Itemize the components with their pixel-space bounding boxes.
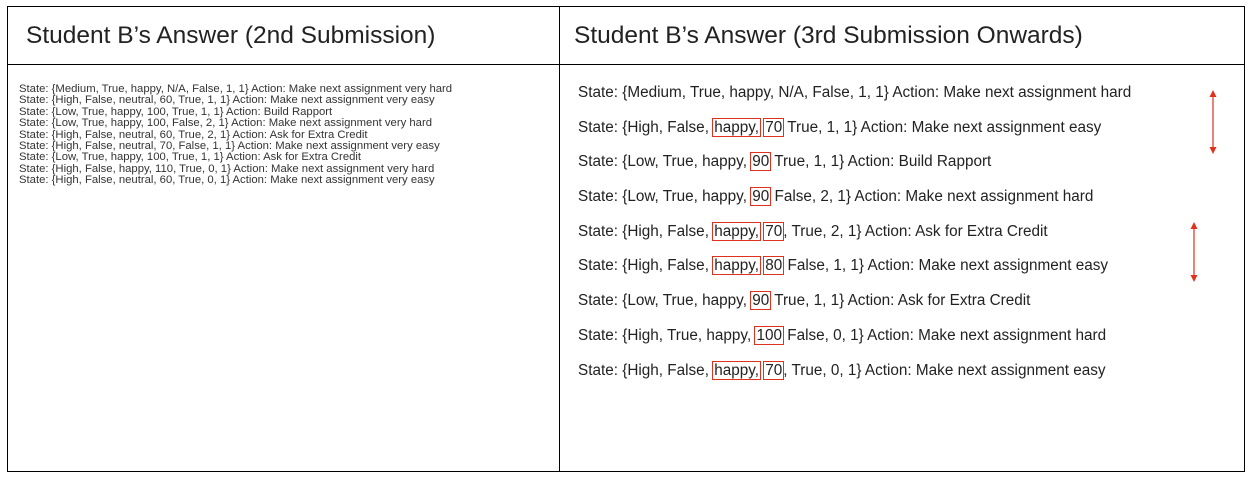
line-suffix: True, 1, 1} Action: Build Rapport <box>770 153 992 171</box>
state-action-line: State: {Low, True, happy, 90 True, 1, 1}… <box>578 291 1131 327</box>
state-action-line: State: {High, False, happy, 70, True, 0,… <box>578 360 1131 397</box>
header-divider <box>8 64 1244 65</box>
highlighted-score: 70 <box>763 221 785 241</box>
line-prefix: State: {High, False, <box>578 361 714 379</box>
state-action-line: State: {Medium, True, happy, N/A, False,… <box>578 84 1131 119</box>
line-prefix: State: {High, True, happy, <box>578 326 756 344</box>
state-action-line: State: {Low, True, happy, 100, False, 2,… <box>19 117 432 130</box>
highlighted-mood: happy, <box>712 221 761 241</box>
line-prefix: State: {Low, True, happy, <box>578 188 752 206</box>
highlighted-score: 90 <box>750 152 772 172</box>
line-prefix: State: {High, False, <box>578 118 714 136</box>
line-suffix: , True, 0, 1} Action: Make next assignme… <box>783 361 1106 379</box>
line-suffix: True, 1, 1} Action: Ask for Extra Credit <box>770 292 1031 310</box>
line-prefix: State: {Medium, True, happy, N/A, False,… <box>578 84 1132 101</box>
double-arrow-icon <box>1190 222 1198 282</box>
line-prefix: State: {Low, True, happy, <box>578 153 752 171</box>
right-column-header: Student B’s Answer (3rd Submission Onwar… <box>574 21 1083 49</box>
left-column-header: Student B’s Answer (2nd Submission) <box>26 21 436 49</box>
third-submission-list: State: {Medium, True, happy, N/A, False,… <box>578 84 1131 396</box>
highlighted-mood: happy, <box>712 117 761 137</box>
line-suffix: , True, 2, 1} Action: Ask for Extra Cred… <box>783 222 1048 240</box>
highlighted-score: 100 <box>754 325 784 345</box>
state-action-line: State: {Low, True, happy, 90 False, 2, 1… <box>578 187 1131 223</box>
line-prefix: State: {Low, True, happy, <box>578 292 752 310</box>
second-submission-list: State: {Medium, True, happy, N/A, False,… <box>19 83 452 187</box>
state-action-line: State: {High, False, neutral, 60, True, … <box>19 174 435 187</box>
highlighted-score: 90 <box>750 187 772 207</box>
state-action-line: State: {High, False, happy, 70, True, 2,… <box>578 221 1131 258</box>
line-suffix: True, 1, 1} Action: Make next assignment… <box>783 118 1102 136</box>
state-action-line: State: {Low, True, happy, 90 True, 1, 1}… <box>578 152 1131 188</box>
line-suffix: False, 2, 1} Action: Make next assignmen… <box>770 188 1094 206</box>
double-arrow-icon <box>1209 90 1217 154</box>
column-divider <box>559 7 560 471</box>
highlighted-score: 90 <box>750 291 772 311</box>
line-suffix: False, 1, 1} Action: Make next assignmen… <box>783 257 1109 275</box>
state-action-line: State: {High, False, happy, 70 True, 1, … <box>578 117 1131 154</box>
highlighted-score: 70 <box>763 117 785 137</box>
line-prefix: State: {High, False, <box>578 257 714 275</box>
line-prefix: State: {High, False, <box>578 222 714 240</box>
highlighted-mood: happy, <box>712 360 761 380</box>
line-suffix: False, 0, 1} Action: Make next assignmen… <box>782 326 1107 344</box>
highlighted-mood: happy, <box>712 256 761 276</box>
state-action-line: State: {High, True, happy, 100 False, 0,… <box>578 325 1131 362</box>
highlighted-score: 70 <box>763 360 785 380</box>
highlighted-score: 80 <box>763 256 785 276</box>
state-action-line: State: {High, False, happy, 80 False, 1,… <box>578 256 1131 292</box>
